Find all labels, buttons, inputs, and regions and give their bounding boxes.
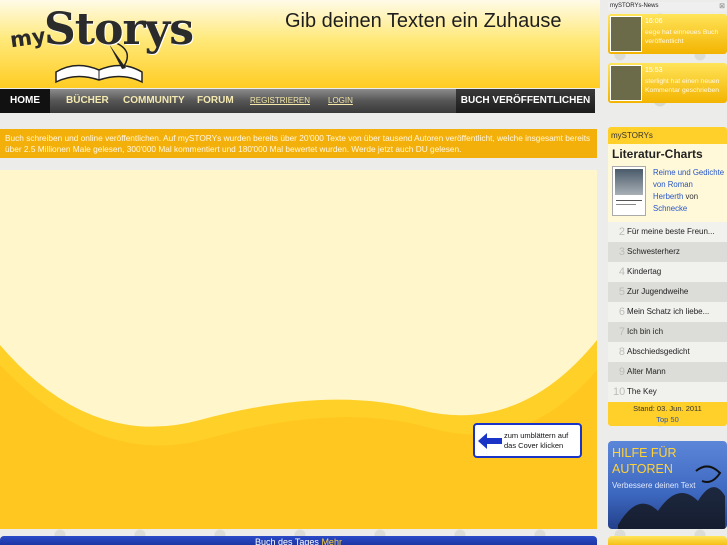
main-nav: HOME BÜCHER COMMUNITY FORUM REGISTRIEREN… — [0, 89, 595, 113]
news-text: sterlight hat einen neuen Kommentar gesc… — [645, 78, 720, 94]
avatar — [610, 65, 642, 101]
chart-row[interactable]: 10 The Key — [608, 382, 727, 402]
chart-row[interactable]: 5 Zur Jugendweihe — [608, 282, 727, 302]
book-cover-thumbnail[interactable] — [612, 166, 646, 216]
chart-row[interactable]: 7 Ich bin ich — [608, 322, 727, 342]
chart-rank: 5 — [618, 286, 625, 298]
nav-forum[interactable]: FORUM — [197, 89, 234, 113]
book-of-day-label: Buch des Tages — [255, 537, 319, 545]
chart-title: Ich bin ich — [627, 327, 664, 336]
page-curve-graphic — [0, 340, 597, 529]
chart-top-item[interactable]: Reime und Gedichte von Roman Herberth vo… — [608, 164, 727, 222]
chart-title: Kindertag — [627, 267, 662, 276]
chart-title: Für meine beste Freun... — [627, 227, 715, 236]
close-icon[interactable]: ⊠ — [719, 2, 725, 11]
top-user-link[interactable]: Schnecke — [653, 204, 687, 213]
literature-charts: mySTORYs Literatur-Charts Reime und Gedi… — [608, 127, 727, 433]
chart-row[interactable]: 4 Kindertag — [608, 262, 727, 282]
chart-rank: 2 — [618, 226, 625, 238]
cover-image — [615, 169, 643, 195]
site-logo[interactable]: my Storys — [2, 4, 194, 84]
chart-row[interactable]: 6 Mein Schatz ich liebe... — [608, 302, 727, 322]
tagline: Gib deinen Texten ein Zuhause — [285, 10, 562, 32]
chart-rank: 4 — [618, 266, 625, 278]
chart-rank: 3 — [618, 246, 625, 258]
book-viewer[interactable] — [0, 170, 597, 529]
news-text: eege hat einneues Buch veröffentlicht — [645, 29, 719, 45]
charts-date: Stand: 03. Jun. 2011 — [633, 404, 702, 413]
nav-books[interactable]: BÜCHER — [66, 89, 109, 113]
charts-footer: Stand: 03. Jun. 2011 Top 50 — [608, 402, 727, 426]
chart-title: Alter Mann — [627, 367, 666, 376]
bottom-right-tab — [608, 536, 727, 545]
header: my Storys Gib deinen Texten ein Zuhause — [0, 0, 600, 88]
help-subtitle: Verbessere deinen Text — [612, 481, 696, 490]
chart-title: Mein Schatz ich liebe... — [627, 307, 710, 316]
chart-row[interactable]: 3 Schwesterherz — [608, 242, 727, 262]
chart-title: Schwesterherz — [627, 247, 680, 256]
chart-rank: 6 — [618, 306, 625, 318]
charts-brand: mySTORYs — [608, 127, 727, 144]
cover-line — [616, 204, 636, 205]
nav-register[interactable]: REGISTRIEREN — [250, 89, 310, 113]
book-of-day-more-link[interactable]: Mehr — [321, 537, 342, 545]
book-of-day-bar: Buch des Tages Mehr — [0, 536, 597, 545]
avatar — [610, 16, 642, 52]
news-time: 16:06 — [645, 18, 663, 25]
chart-title: Zur Jugendweihe — [627, 287, 689, 296]
chart-rank: 9 — [618, 366, 625, 378]
top-by: von — [685, 192, 699, 201]
flip-hint-box[interactable]: zum umblättern auf das Cover klicken — [473, 423, 582, 458]
chart-row[interactable]: 2 Für meine beste Freun... — [608, 222, 727, 242]
nav-publish-book[interactable]: BUCH VERÖFFENTLICHEN — [456, 89, 595, 113]
help-title: HILFE FÜR AUTOREN — [612, 446, 677, 476]
top-item-text: Reime und Gedichte von Roman Herberth vo… — [653, 167, 725, 215]
nav-login[interactable]: LOGIN — [328, 89, 353, 113]
chart-rank: 10 — [613, 386, 626, 398]
arrow-left-icon — [478, 433, 502, 449]
logo-my-text: my — [8, 23, 48, 53]
top50-link[interactable]: Top 50 — [656, 415, 679, 424]
news-header: mySTORYs-News ⊠ — [608, 2, 727, 11]
chart-rank: 7 — [618, 326, 625, 338]
chart-row[interactable]: 9 Alter Mann — [608, 362, 727, 382]
flip-hint-text: zum umblättern auf das Cover klicken — [504, 431, 569, 450]
cover-line — [616, 200, 642, 201]
nav-home[interactable]: HOME — [0, 89, 50, 113]
chart-row[interactable]: 8 Abschiedsgedicht — [608, 342, 727, 362]
chart-title: The Key — [627, 387, 657, 396]
news-item[interactable]: 16:06 eege hat einneues Buch veröffentli… — [608, 14, 727, 54]
news-panel: mySTORYs-News ⊠ 16:06 eege hat einneues … — [608, 2, 727, 106]
news-title: mySTORYs-News — [610, 3, 659, 9]
intro-text: Buch schreiben und online veröffentliche… — [0, 129, 597, 158]
chart-title: Abschiedsgedicht — [627, 347, 690, 356]
chart-rank: 8 — [618, 346, 625, 358]
news-time: 15:53 — [645, 67, 663, 74]
nav-community[interactable]: COMMUNITY — [123, 89, 185, 113]
logo-storys-text: Storys — [44, 4, 194, 55]
news-item[interactable]: 15:53 sterlight hat einen neuen Kommenta… — [608, 63, 727, 103]
charts-title: Literatur-Charts — [608, 144, 727, 164]
help-for-authors-panel[interactable]: HILFE FÜR AUTOREN Verbessere deinen Text — [608, 441, 727, 529]
